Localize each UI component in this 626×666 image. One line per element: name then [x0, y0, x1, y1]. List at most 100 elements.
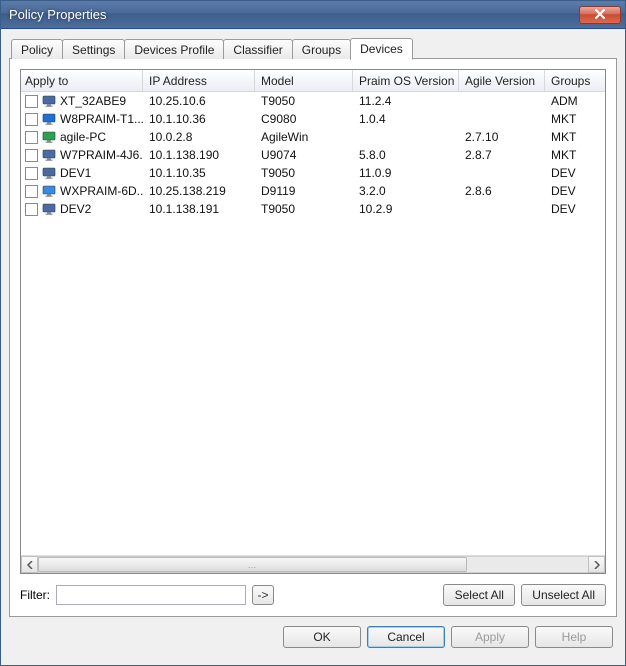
cell-os: 5.8.0 — [353, 148, 459, 162]
cell-model: T9050 — [255, 166, 353, 180]
cell-ip: 10.0.2.8 — [143, 130, 255, 144]
cell-agile: 2.8.7 — [459, 148, 545, 162]
device-name: W7PRAIM-4J6... — [60, 148, 143, 162]
cell-agile: 2.8.6 — [459, 184, 545, 198]
cancel-button[interactable]: Cancel — [367, 626, 445, 648]
dialog-window: Policy Properties Policy Settings Device… — [0, 0, 626, 666]
dialog-button-bar: OK Cancel Apply Help — [9, 617, 617, 657]
scroll-left-button[interactable] — [21, 556, 38, 573]
cell-os: 1.0.4 — [353, 112, 459, 126]
col-apply-to[interactable]: Apply to — [21, 70, 143, 91]
tabstrip: Policy Settings Devices Profile Classifi… — [9, 37, 617, 59]
cell-group: DEV — [545, 166, 593, 180]
table-body: XT_32ABE910.25.10.6T905011.2.4ADMW8PRAIM… — [21, 92, 605, 555]
device-icon — [41, 93, 57, 109]
table-row[interactable]: DEV110.1.10.35T905011.0.9DEV — [21, 164, 605, 182]
row-checkbox[interactable] — [25, 203, 38, 216]
cell-ip: 10.1.138.190 — [143, 148, 255, 162]
titlebar: Policy Properties — [1, 1, 625, 29]
cell-group: DEV — [545, 202, 593, 216]
help-button: Help — [535, 626, 613, 648]
cell-group: MKT — [545, 112, 593, 126]
row-checkbox[interactable] — [25, 149, 38, 162]
cell-os: 10.2.9 — [353, 202, 459, 216]
tab-settings[interactable]: Settings — [62, 39, 125, 59]
tab-body: Apply to IP Address Model Praim OS Versi… — [9, 58, 617, 617]
cell-group: DEV — [545, 184, 593, 198]
row-checkbox[interactable] — [25, 167, 38, 180]
row-checkbox[interactable] — [25, 131, 38, 144]
client-area: Policy Settings Devices Profile Classifi… — [1, 29, 625, 665]
devices-table: Apply to IP Address Model Praim OS Versi… — [20, 69, 606, 574]
col-agile-version[interactable]: Agile Version — [459, 70, 545, 91]
select-all-button[interactable]: Select All — [443, 584, 515, 606]
cell-model: U9074 — [255, 148, 353, 162]
table-row[interactable]: WXPRAIM-6D...10.25.138.219D91193.2.02.8.… — [21, 182, 605, 200]
apply-button: Apply — [451, 626, 529, 648]
close-button[interactable] — [579, 6, 621, 24]
scroll-right-button[interactable] — [588, 556, 605, 573]
row-checkbox[interactable] — [25, 185, 38, 198]
device-icon — [41, 165, 57, 181]
close-icon — [594, 8, 606, 22]
cell-model: T9050 — [255, 94, 353, 108]
cell-group: MKT — [545, 148, 593, 162]
scroll-track[interactable]: … — [38, 556, 588, 573]
col-ip-address[interactable]: IP Address — [143, 70, 255, 91]
cell-ip: 10.25.138.219 — [143, 184, 255, 198]
tab-devices[interactable]: Devices — [350, 38, 413, 60]
tab-groups[interactable]: Groups — [292, 39, 351, 59]
table-row[interactable]: W7PRAIM-4J6...10.1.138.190U90745.8.02.8.… — [21, 146, 605, 164]
chevron-right-icon — [594, 558, 600, 572]
horizontal-scrollbar: … — [21, 555, 605, 573]
filter-input[interactable] — [56, 585, 246, 605]
filter-row: Filter: -> Select All Unselect All — [20, 584, 606, 606]
cell-os: 3.2.0 — [353, 184, 459, 198]
device-name: W8PRAIM-T1... — [60, 112, 143, 126]
ok-button[interactable]: OK — [283, 626, 361, 648]
cell-group: MKT — [545, 130, 593, 144]
tab-policy[interactable]: Policy — [11, 39, 63, 59]
col-groups[interactable]: Groups — [545, 70, 593, 91]
scroll-thumb[interactable]: … — [38, 557, 467, 572]
col-praim-os-version[interactable]: Praim OS Version — [353, 70, 459, 91]
cell-ip: 10.1.138.191 — [143, 202, 255, 216]
table-header: Apply to IP Address Model Praim OS Versi… — [21, 70, 605, 92]
cell-model: D9119 — [255, 184, 353, 198]
tab-classifier[interactable]: Classifier — [223, 39, 292, 59]
cell-ip: 10.1.10.35 — [143, 166, 255, 180]
tab-devices-profile[interactable]: Devices Profile — [124, 39, 224, 59]
cell-ip: 10.1.10.36 — [143, 112, 255, 126]
cell-model: AgileWin — [255, 130, 353, 144]
device-name: XT_32ABE9 — [60, 94, 126, 108]
scroll-grip-icon: … — [248, 560, 258, 570]
window-title: Policy Properties — [9, 7, 579, 22]
device-icon — [41, 147, 57, 163]
table-row[interactable]: agile-PC 10.0.2.8AgileWin 2.7.10MKT — [21, 128, 605, 146]
device-icon — [41, 129, 57, 145]
table-row[interactable]: DEV2 10.1.138.191T905010.2.9 DEV — [21, 200, 605, 218]
device-icon — [41, 111, 57, 127]
device-icon — [41, 183, 57, 199]
cell-os: 11.2.4 — [353, 94, 459, 108]
arrow-right-icon: -> — [257, 588, 268, 602]
col-model[interactable]: Model — [255, 70, 353, 91]
cell-model: C9080 — [255, 112, 353, 126]
unselect-all-button[interactable]: Unselect All — [521, 584, 606, 606]
device-icon — [41, 201, 57, 217]
cell-os: 11.0.9 — [353, 166, 459, 180]
row-checkbox[interactable] — [25, 95, 38, 108]
cell-model: T9050 — [255, 202, 353, 216]
device-name: WXPRAIM-6D... — [60, 184, 143, 198]
filter-go-button[interactable]: -> — [252, 585, 274, 605]
tab-panel: Policy Settings Devices Profile Classifi… — [9, 37, 617, 617]
table-row[interactable]: W8PRAIM-T1...10.1.10.36C90801.0.4 MKT — [21, 110, 605, 128]
cell-ip: 10.25.10.6 — [143, 94, 255, 108]
row-checkbox[interactable] — [25, 113, 38, 126]
device-name: DEV2 — [60, 202, 91, 216]
device-name: agile-PC — [60, 130, 106, 144]
cell-agile: 2.7.10 — [459, 130, 545, 144]
filter-label: Filter: — [20, 588, 50, 602]
table-row[interactable]: XT_32ABE910.25.10.6T905011.2.4ADM — [21, 92, 605, 110]
chevron-left-icon — [27, 558, 33, 572]
